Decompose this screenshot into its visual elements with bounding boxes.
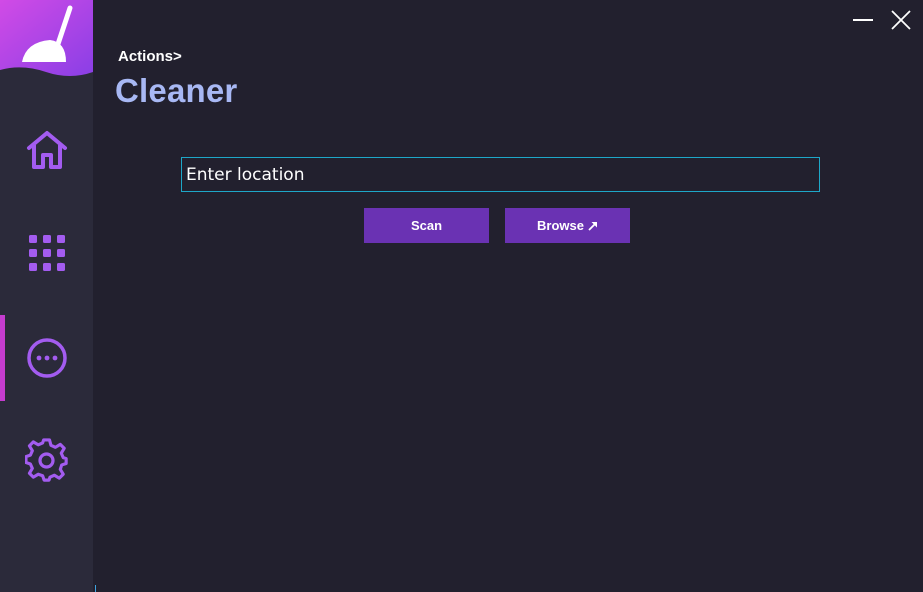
minimize-button[interactable] bbox=[851, 8, 875, 32]
browse-button-label: Browse bbox=[537, 218, 584, 233]
app-logo bbox=[0, 0, 93, 78]
minimize-icon bbox=[853, 19, 873, 21]
close-icon bbox=[891, 10, 911, 30]
sidebar-item-actions[interactable] bbox=[0, 315, 93, 401]
location-input[interactable] bbox=[181, 157, 820, 192]
grid-icon bbox=[28, 235, 65, 271]
sidebar-item-settings[interactable] bbox=[0, 417, 93, 503]
scan-button[interactable]: Scan bbox=[364, 208, 489, 243]
resize-mark bbox=[95, 585, 96, 592]
more-circle-icon bbox=[26, 338, 67, 378]
arrow-up-right-icon bbox=[588, 221, 598, 231]
browse-button[interactable]: Browse bbox=[505, 208, 630, 243]
close-button[interactable] bbox=[889, 8, 913, 32]
breadcrumb[interactable]: Actions> bbox=[118, 48, 182, 65]
broom-icon bbox=[0, 0, 93, 76]
window-controls bbox=[851, 8, 913, 32]
gear-icon bbox=[24, 438, 68, 482]
home-icon bbox=[26, 131, 67, 169]
scan-button-label: Scan bbox=[410, 218, 443, 233]
sidebar-item-home[interactable] bbox=[0, 107, 93, 193]
page-title: Cleaner bbox=[115, 72, 238, 109]
sidebar bbox=[0, 0, 93, 592]
app-window: Actions> Cleaner Scan Browse bbox=[0, 0, 923, 592]
sidebar-item-apps[interactable] bbox=[0, 210, 93, 296]
